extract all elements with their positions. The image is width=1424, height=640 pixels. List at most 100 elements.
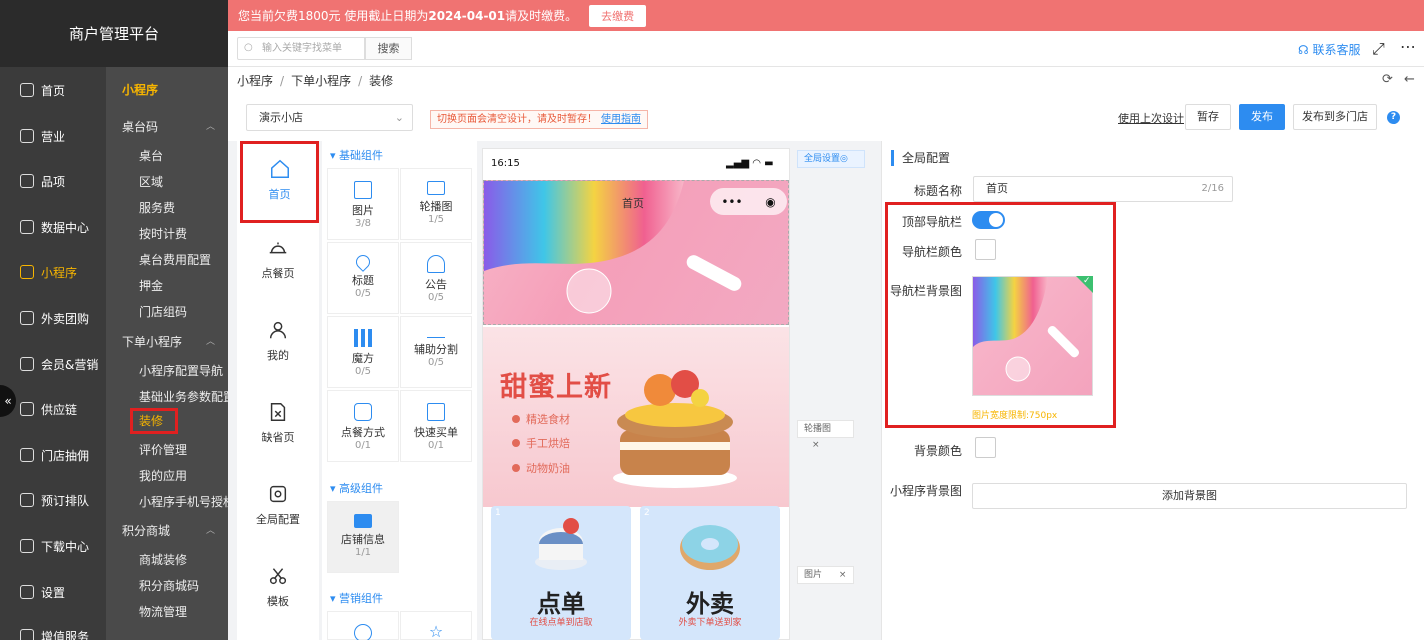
sub-item-table-fee[interactable]: 桌台费用配置	[139, 251, 211, 268]
basic-components-header[interactable]: ▾ 基础组件	[330, 147, 383, 163]
comp-order-method[interactable]: 点餐方式 0/1	[327, 390, 399, 462]
close-icon[interactable]: ×	[839, 570, 847, 580]
nav-item-home[interactable]: 首页	[0, 68, 106, 112]
sub-item-my-apps[interactable]: 我的应用	[139, 467, 187, 484]
comp-image[interactable]: 图片 3/8	[327, 168, 399, 240]
comp-name: 店铺信息	[341, 533, 385, 546]
warning-text: 切换页面会清空设计，请及时暂存！	[437, 114, 597, 125]
sub-item-service-fee[interactable]: 服务费	[139, 199, 175, 216]
menu-search-input[interactable]: 输入关键字找菜单	[237, 37, 365, 60]
store-select[interactable]: 演示小店 ⌄	[246, 104, 413, 131]
add-background-button[interactable]: 添加背景图	[972, 483, 1407, 509]
image-component-tag[interactable]: 图片 ×	[797, 566, 854, 584]
member-icon	[20, 357, 34, 371]
nav-item-mini-program[interactable]: 小程序	[0, 250, 106, 294]
missing-file-icon	[270, 403, 286, 421]
comp-carousel[interactable]: 轮播图 1/5	[400, 168, 472, 240]
save-draft-button[interactable]: 暂存	[1185, 104, 1231, 130]
help-icon[interactable]: ?	[1387, 111, 1400, 124]
nav-item-business[interactable]: 营业	[0, 114, 106, 158]
comp-count: 0/5	[427, 292, 445, 303]
mini-bg-label: 小程序背景图	[889, 484, 962, 498]
sub-item-phone-auth[interactable]: 小程序手机号授权	[139, 493, 228, 510]
delivery-entry-card[interactable]: 2 外卖 外卖下单送到家	[640, 506, 780, 640]
store-icon	[20, 448, 34, 462]
more-icon[interactable]: ⋯	[1400, 37, 1416, 56]
back-arrow-icon[interactable]: ←	[1404, 72, 1415, 87]
use-last-design-link[interactable]: 使用上次设计	[1118, 110, 1184, 126]
page-tab-order[interactable]: 点餐页	[237, 223, 319, 303]
title-name-input[interactable]: 首页 2/16	[973, 176, 1233, 202]
page-tab-mine[interactable]: 我的	[237, 305, 319, 385]
page-tab-home[interactable]: 首页	[240, 141, 319, 223]
queue-icon	[20, 493, 34, 507]
comp-cube[interactable]: 魔方 0/5	[327, 316, 399, 388]
advanced-components-header[interactable]: ▾ 高级组件	[330, 480, 383, 496]
title-name-label: 标题名称	[913, 184, 962, 198]
search-button[interactable]: 搜索	[365, 37, 412, 60]
nav-item-products[interactable]: 品项	[0, 159, 106, 203]
sub-item-mall-code[interactable]: 积分商城码	[139, 577, 199, 594]
comp-notice[interactable]: 公告 0/5	[400, 242, 472, 314]
comp-divider[interactable]: 辅助分割 0/5	[400, 316, 472, 388]
service-label: 联系客服	[1312, 43, 1361, 57]
publish-multi-store-button[interactable]: 发布到多门店	[1293, 104, 1377, 130]
bg-color-picker[interactable]	[975, 437, 996, 458]
comp-title[interactable]: 标题 0/5	[327, 242, 399, 314]
page-tab-template[interactable]: 模板	[237, 551, 319, 631]
nav-item-supply-chain[interactable]: 供应链	[0, 387, 106, 431]
nav-item-delivery[interactable]: 外卖团购	[0, 296, 106, 340]
nav-item-download[interactable]: 下载中心	[0, 524, 106, 568]
sub-item-decoration[interactable]: 装修	[130, 408, 178, 434]
nav-item-value-added[interactable]: 增值服务	[0, 614, 106, 640]
sub-item-review[interactable]: 评价管理	[139, 441, 187, 458]
config-header: 全局配置	[891, 150, 950, 166]
sub-item-area[interactable]: 区域	[139, 173, 163, 190]
title-char-count: 2/16	[1201, 183, 1224, 194]
fullscreen-icon[interactable]: ⤢	[1372, 39, 1385, 59]
crumb-mini-program[interactable]: 小程序	[237, 74, 273, 88]
publish-button[interactable]: 发布	[1239, 104, 1285, 130]
card-title: 点单	[537, 590, 585, 618]
sub-group-table-code[interactable]: 桌台码	[122, 118, 158, 135]
nav-item-reservation[interactable]: 预订排队	[0, 478, 106, 522]
nav-item-settings[interactable]: 设置	[0, 570, 106, 614]
sub-nav-title: 小程序	[122, 83, 159, 97]
nav-label: 小程序	[41, 265, 78, 280]
nav-item-data-center[interactable]: 数据中心	[0, 205, 106, 249]
carousel-component-tag[interactable]: 轮播图 ×	[797, 420, 854, 450]
comp-star[interactable]: ☆	[400, 611, 472, 640]
page-tab-global-config[interactable]: 全局配置	[237, 469, 319, 549]
comp-store-info[interactable]: 店铺信息 1/1	[327, 501, 399, 573]
tab-label: 全局配置	[256, 513, 300, 526]
sub-item-mall-decoration[interactable]: 商城装修	[139, 551, 187, 568]
guide-link[interactable]: 使用指南	[601, 114, 641, 125]
sub-group-points-mall[interactable]: 积分商城	[122, 522, 170, 539]
marketing-components-header[interactable]: ▾ 营销组件	[330, 590, 383, 606]
pay-button[interactable]: 去缴费	[589, 4, 647, 27]
sub-item-nav-config[interactable]: 小程序配置导航	[139, 362, 223, 379]
calendar-icon	[20, 129, 34, 143]
sub-item-store-group-code[interactable]: 门店组码	[139, 303, 187, 320]
sub-item-timed-billing[interactable]: 按时计费	[139, 225, 187, 242]
refresh-icon[interactable]: ⟳	[1382, 72, 1393, 87]
highlight-box	[885, 202, 1116, 428]
nav-item-member[interactable]: 会员&营销	[0, 342, 106, 386]
comp-quick-pay[interactable]: 快速买单 0/1	[400, 390, 472, 462]
nav-item-commission[interactable]: 门店抽佣	[0, 433, 106, 477]
page-tab-default[interactable]: 缺省页	[237, 387, 319, 467]
close-icon[interactable]: ×	[812, 440, 820, 450]
global-settings-tag[interactable]: 全局设置◎	[797, 150, 865, 168]
sub-item-basic-params[interactable]: 基础业务参数配置	[139, 388, 228, 405]
mini-program-capsule[interactable]: ••• ◉	[710, 188, 787, 215]
sub-item-logistics[interactable]: 物流管理	[139, 603, 187, 620]
crumb-order-mini[interactable]: 下单小程序	[291, 74, 351, 88]
sub-item-deposit[interactable]: 押金	[139, 277, 163, 294]
sub-item-table[interactable]: 桌台	[139, 147, 163, 164]
order-entry-card[interactable]: 1 点单 在线点单到店取	[491, 506, 631, 640]
bag-icon	[20, 174, 34, 188]
contact-service-link[interactable]: ☊ 联系客服	[1298, 41, 1361, 58]
comp-coins[interactable]	[327, 611, 399, 640]
sub-group-order-mini[interactable]: 下单小程序	[122, 333, 182, 350]
store-value: 演示小店	[259, 111, 303, 124]
